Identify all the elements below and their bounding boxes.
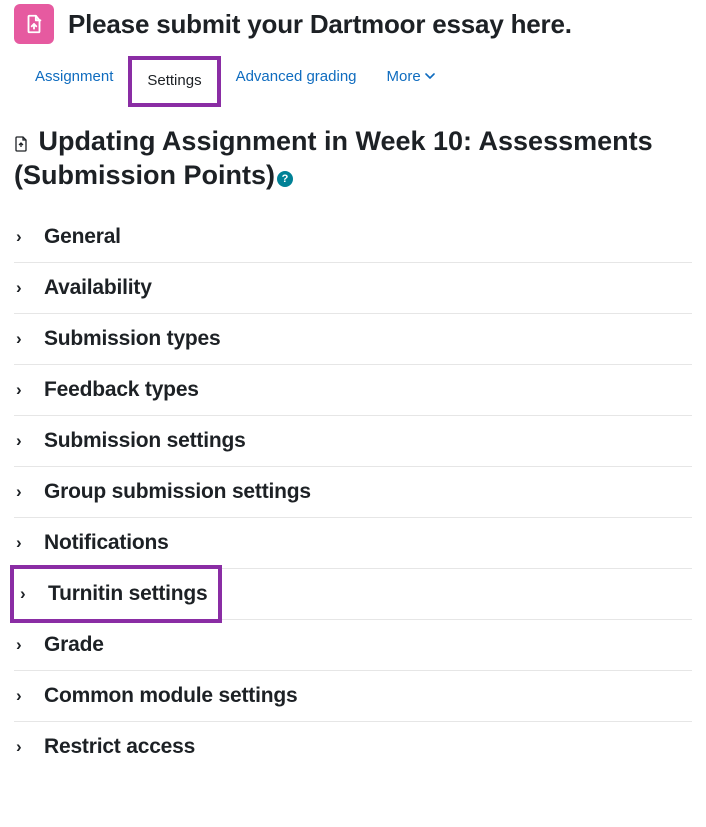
chevron-right-icon: › bbox=[16, 636, 28, 653]
section-turnitin-settings[interactable]: › Turnitin settings bbox=[14, 569, 692, 620]
tab-more[interactable]: More bbox=[372, 56, 450, 107]
section-feedback-types[interactable]: › Feedback types bbox=[14, 365, 692, 416]
chevron-right-icon: › bbox=[16, 228, 28, 245]
section-label: Feedback types bbox=[44, 378, 199, 402]
section-notifications[interactable]: › Notifications bbox=[14, 518, 692, 569]
document-icon bbox=[14, 139, 32, 156]
chevron-right-icon: › bbox=[16, 687, 28, 704]
section-label: Grade bbox=[44, 633, 104, 657]
section-availability[interactable]: › Availability bbox=[14, 263, 692, 314]
section-label: Availability bbox=[44, 276, 152, 300]
section-label: General bbox=[44, 225, 121, 249]
section-label: Group submission settings bbox=[44, 480, 311, 504]
assignment-icon bbox=[14, 4, 54, 44]
section-general[interactable]: › General bbox=[14, 219, 692, 263]
section-label: Submission settings bbox=[44, 429, 246, 453]
tab-settings[interactable]: Settings bbox=[128, 56, 220, 107]
chevron-right-icon: › bbox=[16, 330, 28, 347]
section-restrict-access[interactable]: › Restrict access bbox=[14, 722, 692, 772]
heading-block: Updating Assignment in Week 10: Assessme… bbox=[0, 107, 706, 197]
section-common-module-settings[interactable]: › Common module settings bbox=[14, 671, 692, 722]
form-heading: Updating Assignment in Week 10: Assessme… bbox=[14, 126, 653, 190]
nav-tabs: Assignment Settings Advanced grading Mor… bbox=[0, 50, 706, 107]
chevron-right-icon: › bbox=[16, 381, 28, 398]
section-label: Common module settings bbox=[44, 684, 297, 708]
chevron-down-icon bbox=[425, 68, 435, 85]
chevron-right-icon: › bbox=[16, 738, 28, 755]
section-label: Submission types bbox=[44, 327, 221, 351]
tab-assignment[interactable]: Assignment bbox=[20, 56, 128, 107]
section-group-submission-settings[interactable]: › Group submission settings bbox=[14, 467, 692, 518]
section-label: Turnitin settings bbox=[48, 582, 208, 606]
section-submission-types[interactable]: › Submission types bbox=[14, 314, 692, 365]
page-title: Please submit your Dartmoor essay here. bbox=[68, 9, 572, 40]
chevron-right-icon: › bbox=[16, 279, 28, 296]
chevron-right-icon: › bbox=[20, 585, 32, 602]
section-submission-settings[interactable]: › Submission settings bbox=[14, 416, 692, 467]
section-label: Notifications bbox=[44, 531, 169, 555]
section-grade[interactable]: › Grade bbox=[14, 620, 692, 671]
tab-more-label: More bbox=[387, 68, 421, 85]
chevron-right-icon: › bbox=[16, 432, 28, 449]
help-icon[interactable]: ? bbox=[277, 171, 293, 187]
page-header: Please submit your Dartmoor essay here. bbox=[0, 0, 706, 50]
chevron-right-icon: › bbox=[16, 534, 28, 551]
chevron-right-icon: › bbox=[16, 483, 28, 500]
settings-sections: › General › Availability › Submission ty… bbox=[0, 197, 706, 780]
section-label: Restrict access bbox=[44, 735, 195, 759]
tab-advanced-grading[interactable]: Advanced grading bbox=[221, 56, 372, 107]
